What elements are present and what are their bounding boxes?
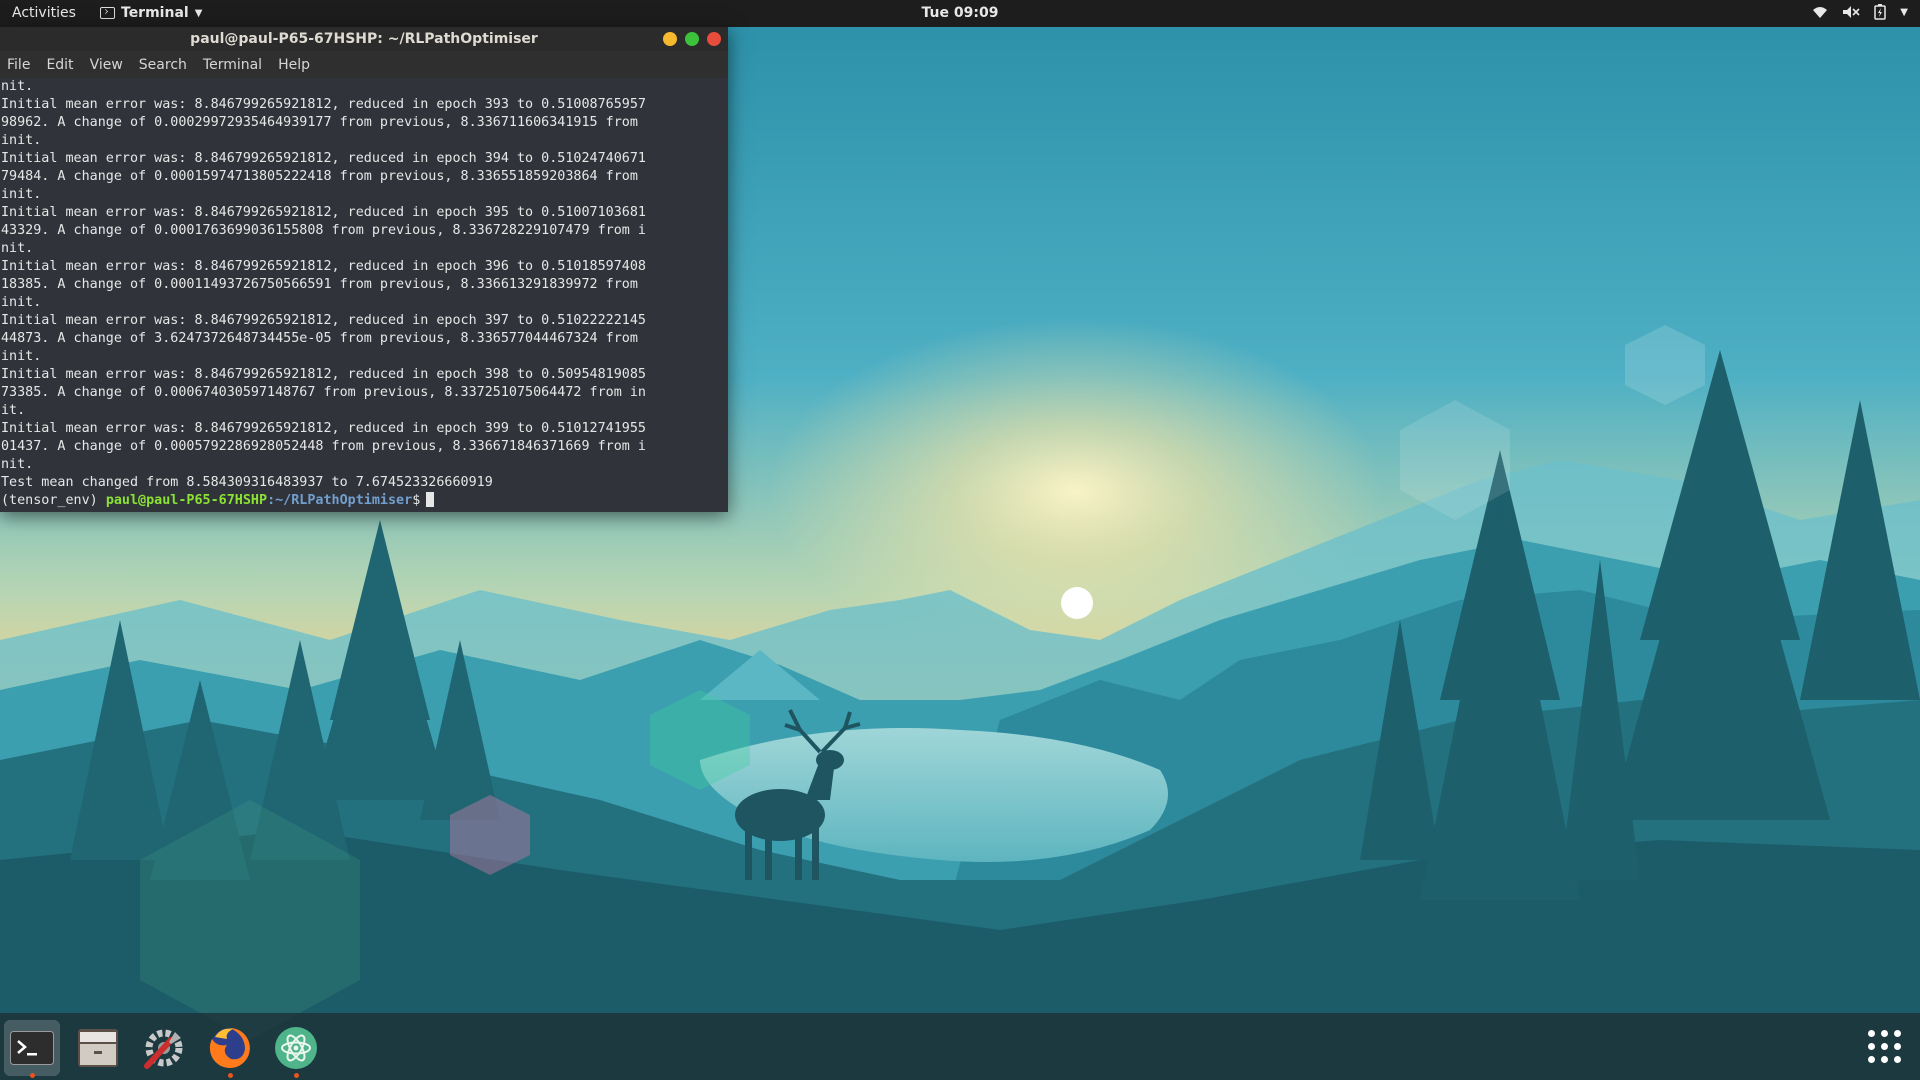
dock-atom[interactable] bbox=[268, 1020, 324, 1078]
volume-muted-icon bbox=[1843, 6, 1860, 18]
clock[interactable]: Tue 09:09 bbox=[922, 5, 999, 21]
grid-dot bbox=[1881, 1056, 1888, 1063]
dock-firefox[interactable] bbox=[202, 1020, 258, 1078]
menu-file[interactable]: File bbox=[7, 57, 38, 73]
window-title: paul@paul-P65-67HSHP: ~/RLPathOptimiser bbox=[190, 31, 538, 47]
grid-dot bbox=[1881, 1030, 1888, 1037]
battery-icon bbox=[1874, 4, 1887, 20]
show-applications-button[interactable] bbox=[1868, 1030, 1902, 1064]
menu-terminal[interactable]: Terminal bbox=[203, 57, 270, 73]
menu-view[interactable]: View bbox=[90, 57, 131, 73]
maximize-button[interactable] bbox=[685, 32, 699, 46]
dock bbox=[0, 1013, 1920, 1080]
settings-tools-icon bbox=[144, 1029, 183, 1069]
grid-dot bbox=[1894, 1030, 1901, 1037]
prompt-user: paul@paul-P65-67HSHP bbox=[105, 493, 268, 508]
app-menu-label: Terminal bbox=[121, 5, 189, 21]
menu-edit[interactable]: Edit bbox=[46, 57, 81, 73]
system-tray[interactable]: ▼ bbox=[1812, 4, 1908, 20]
prompt-env: (tensor_env) bbox=[1, 493, 106, 508]
minimize-button[interactable] bbox=[663, 32, 677, 46]
close-button[interactable] bbox=[707, 32, 721, 46]
running-indicator bbox=[30, 1073, 35, 1078]
window-titlebar[interactable]: paul@paul-P65-67HSHP: ~/RLPathOptimiser bbox=[0, 27, 728, 51]
atom-icon bbox=[275, 1027, 317, 1069]
grid-dot bbox=[1894, 1043, 1901, 1050]
grid-dot bbox=[1868, 1030, 1875, 1037]
running-indicator bbox=[228, 1073, 233, 1078]
menu-bar: File Edit View Search Terminal Help bbox=[0, 51, 728, 78]
grid-dot bbox=[1881, 1043, 1888, 1050]
menu-search[interactable]: Search bbox=[139, 57, 195, 73]
grid-dot bbox=[1868, 1043, 1875, 1050]
menu-help[interactable]: Help bbox=[278, 57, 318, 73]
chevron-down-icon: ▼ bbox=[194, 7, 203, 19]
top-bar: Activities Terminal ▼ Tue 09:09 ▼ bbox=[0, 0, 1920, 27]
activities-button[interactable]: Activities bbox=[12, 5, 76, 21]
dock-terminal[interactable] bbox=[4, 1020, 60, 1078]
terminal-output: nit. Initial mean error was: 8.846799265… bbox=[1, 79, 646, 490]
chevron-down-icon: ▼ bbox=[1900, 6, 1908, 18]
files-icon bbox=[78, 1029, 118, 1067]
terminal-prompt-line[interactable]: (tensor_env) paul@paul-P65-67HSHP:~/RLPa… bbox=[0, 492, 728, 510]
running-indicator bbox=[294, 1073, 299, 1078]
grid-dot bbox=[1868, 1056, 1875, 1063]
dock-settings-tools[interactable] bbox=[136, 1020, 192, 1076]
app-menu-button[interactable]: Terminal ▼ bbox=[100, 5, 202, 21]
text-cursor bbox=[426, 492, 435, 507]
terminal-content[interactable]: nit. Initial mean error was: 8.846799265… bbox=[0, 78, 728, 512]
firefox-icon bbox=[209, 1028, 250, 1068]
dock-files[interactable] bbox=[70, 1020, 126, 1076]
prompt-symbol: $ bbox=[412, 493, 421, 508]
grid-dot bbox=[1894, 1056, 1901, 1063]
terminal-window[interactable]: paul@paul-P65-67HSHP: ~/RLPathOptimiser … bbox=[0, 27, 728, 512]
terminal-icon bbox=[10, 1031, 54, 1065]
wifi-icon bbox=[1813, 7, 1828, 18]
terminal-small-icon bbox=[100, 7, 115, 19]
prompt-path: :~/RLPathOptimiser bbox=[267, 493, 413, 508]
